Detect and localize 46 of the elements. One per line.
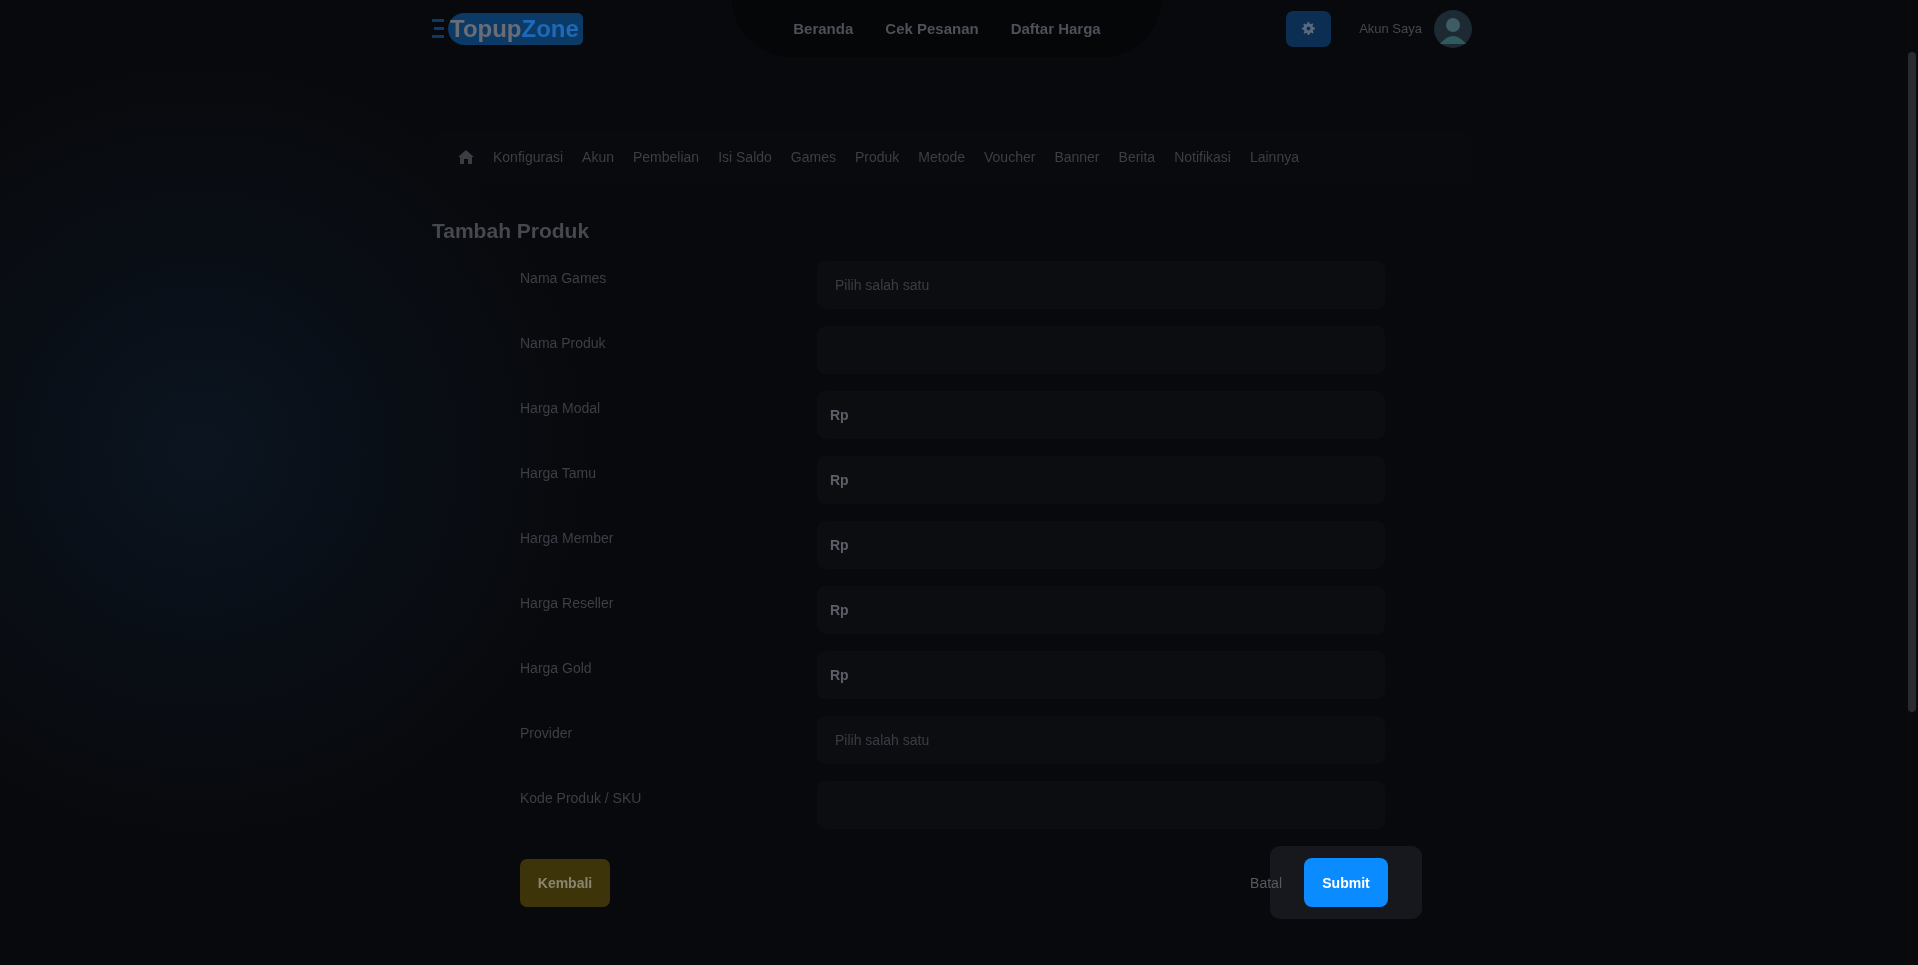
submit-button[interactable]: Submit bbox=[1304, 858, 1388, 907]
menu-item[interactable]: Produk bbox=[854, 149, 900, 165]
menu-item[interactable]: Konfigurasi bbox=[493, 149, 564, 165]
menu-item[interactable]: Banner bbox=[1054, 149, 1100, 165]
currency-prefix: Rp bbox=[830, 407, 849, 423]
menu-item[interactable]: Voucher bbox=[984, 149, 1036, 165]
field-label: Harga Reseller bbox=[520, 594, 615, 613]
settings-button[interactable] bbox=[1286, 10, 1332, 47]
menu-item[interactable]: Berita bbox=[1118, 149, 1156, 165]
home-icon[interactable] bbox=[458, 150, 474, 164]
scrollbar-thumb[interactable] bbox=[1908, 52, 1916, 712]
back-button[interactable]: Kembali bbox=[520, 858, 610, 907]
price-field[interactable]: Rp bbox=[817, 586, 1385, 634]
menu-item[interactable]: Lainnya bbox=[1249, 149, 1299, 165]
menu-item[interactable]: Akun bbox=[582, 149, 614, 165]
currency-prefix: Rp bbox=[830, 537, 849, 553]
avatar[interactable] bbox=[1434, 9, 1472, 48]
price-field[interactable]: Rp bbox=[817, 456, 1385, 504]
logo-text: TopupZone bbox=[448, 12, 583, 45]
menu-item[interactable]: Pembelian bbox=[632, 149, 700, 165]
nav-link[interactable]: Cek Pesanan bbox=[885, 20, 979, 37]
menu-item[interactable]: Notifikasi bbox=[1174, 149, 1231, 165]
settings-icon bbox=[1302, 22, 1316, 35]
field-label: Harga Gold bbox=[520, 659, 593, 678]
field-label: Harga Member bbox=[520, 529, 615, 548]
price-field[interactable]: Rp bbox=[817, 391, 1385, 439]
field-label: Kode Produk / SKU bbox=[520, 789, 643, 808]
currency-prefix: Rp bbox=[830, 472, 849, 488]
menu-item[interactable]: Games bbox=[790, 149, 836, 165]
nav-link[interactable]: Daftar Harga bbox=[1010, 20, 1101, 37]
nav-link[interactable]: Beranda bbox=[793, 20, 854, 37]
currency-prefix: Rp bbox=[830, 667, 849, 683]
price-field[interactable]: Rp bbox=[817, 521, 1385, 569]
menu-item[interactable]: Metode bbox=[918, 149, 965, 165]
field-label: Harga Tamu bbox=[520, 464, 597, 483]
logo[interactable]: TopupZone bbox=[432, 8, 583, 49]
field-label: Harga Modal bbox=[520, 399, 602, 418]
price-field[interactable]: Rp bbox=[817, 651, 1385, 699]
account-link[interactable]: Akun Saya bbox=[1359, 21, 1422, 36]
page-title: Tambah Produk bbox=[432, 219, 591, 243]
currency-prefix: Rp bbox=[830, 602, 849, 618]
field-label: Provider bbox=[520, 724, 574, 743]
cancel-link[interactable]: Batal bbox=[1250, 874, 1282, 891]
field-label: Nama Produk bbox=[520, 334, 607, 353]
field-label: Nama Games bbox=[520, 269, 608, 288]
menu-item[interactable]: Isi Saldo bbox=[718, 149, 772, 165]
